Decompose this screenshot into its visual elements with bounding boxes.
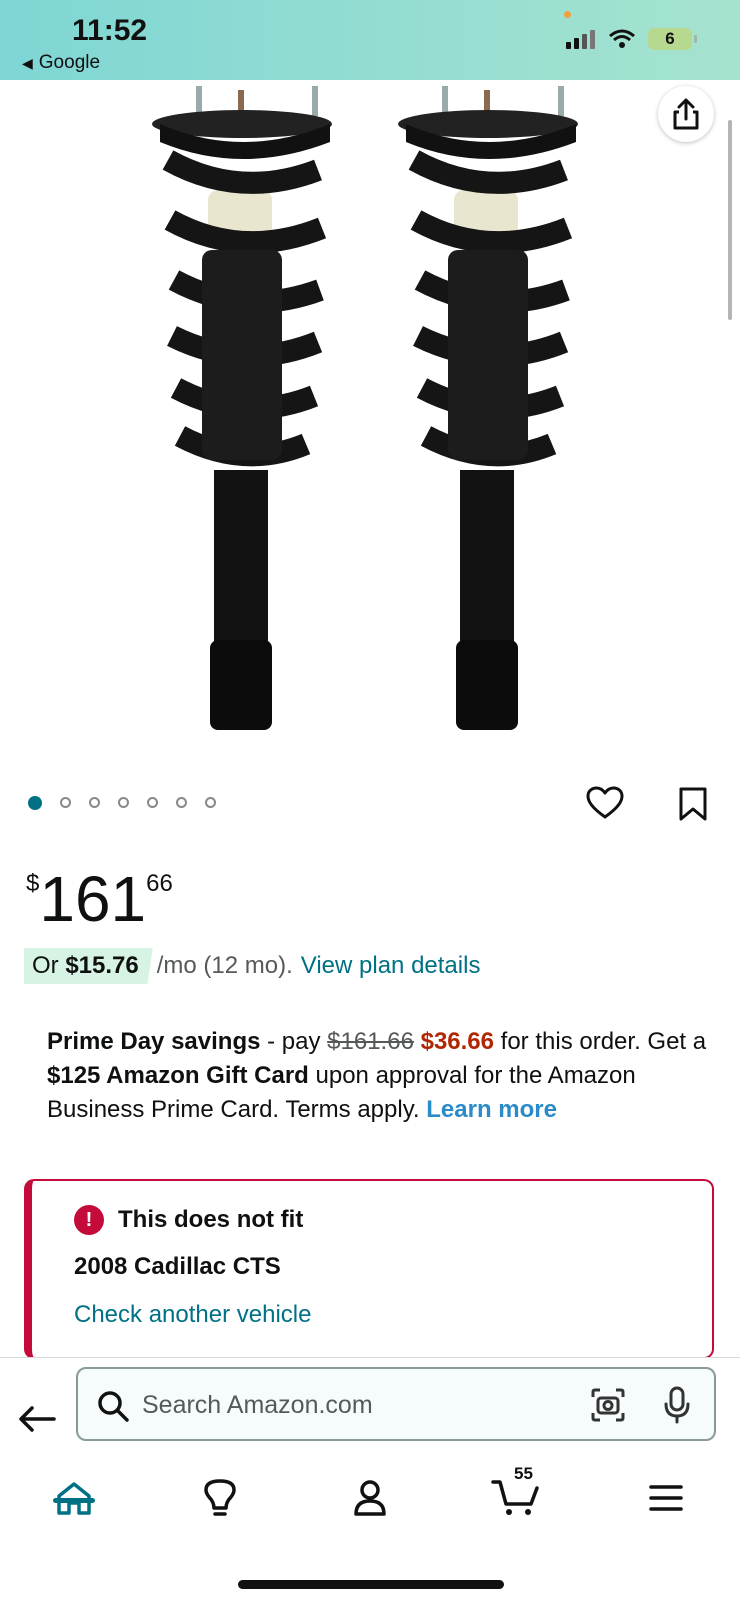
product-price: $16166 bbox=[26, 862, 173, 936]
monthly-amount: $15.76 bbox=[65, 952, 139, 979]
share-button[interactable] bbox=[658, 86, 714, 142]
heart-icon bbox=[586, 786, 624, 819]
monthly-payment: Or $15.76 /mo (12 mo). View plan details bbox=[24, 948, 480, 984]
pagination-dot[interactable] bbox=[147, 797, 158, 808]
promo-old-price: $161.66 bbox=[327, 1028, 414, 1055]
share-icon bbox=[673, 98, 699, 130]
status-bar: 11:52 ◀ Google 6 bbox=[0, 0, 740, 80]
search-input[interactable]: Search Amazon.com bbox=[142, 1391, 373, 1420]
price-whole: 161 bbox=[39, 863, 147, 935]
back-to-app-button[interactable]: ◀ Google bbox=[22, 52, 100, 74]
lightbulb-icon bbox=[204, 1479, 236, 1516]
vehicle-fit-alert: ! This does not fit 2008 Cadillac CTS Ch… bbox=[24, 1179, 714, 1359]
cart-count-badge: 55 bbox=[514, 1464, 533, 1483]
fit-title-text: This does not fit bbox=[118, 1206, 304, 1233]
back-app-label: Google bbox=[38, 52, 101, 73]
pagination-dot[interactable] bbox=[205, 797, 216, 808]
account-icon bbox=[354, 1480, 386, 1516]
fit-vehicle: 2008 Cadillac CTS bbox=[74, 1253, 281, 1280]
nav-inspire[interactable] bbox=[190, 1468, 250, 1528]
fit-title: ! This does not fit bbox=[74, 1205, 303, 1235]
image-pagination-dots bbox=[28, 796, 216, 810]
prime-day-promo: Prime Day savings - pay $161.66 $36.66 f… bbox=[47, 1025, 707, 1127]
menu-icon bbox=[649, 1485, 683, 1511]
microphone-icon[interactable] bbox=[662, 1385, 692, 1425]
active-tab-indicator bbox=[53, 1498, 95, 1503]
view-plan-details-link[interactable]: View plan details bbox=[301, 952, 481, 980]
wishlist-button[interactable] bbox=[586, 786, 624, 825]
pagination-dot[interactable] bbox=[89, 797, 100, 808]
bottom-navigation bbox=[0, 1468, 740, 1548]
promo-after-price: for this order. Get a bbox=[494, 1028, 707, 1055]
promo-gift-card: $125 Amazon Gift Card bbox=[47, 1062, 309, 1089]
wifi-icon bbox=[609, 29, 635, 48]
search-bar[interactable]: Search Amazon.com bbox=[76, 1367, 716, 1441]
product-image-gallery[interactable] bbox=[0, 80, 740, 760]
pagination-dot[interactable] bbox=[28, 796, 42, 810]
monthly-prefix: Or bbox=[32, 952, 66, 979]
bookmark-icon bbox=[679, 787, 707, 821]
check-another-vehicle-link[interactable]: Check another vehicle bbox=[74, 1301, 311, 1329]
pagination-dot[interactable] bbox=[176, 797, 187, 808]
promo-new-price: $36.66 bbox=[420, 1028, 494, 1055]
product-image bbox=[152, 80, 740, 760]
price-currency: $ bbox=[26, 870, 40, 897]
back-button[interactable] bbox=[18, 1405, 56, 1438]
cart-icon bbox=[491, 1480, 539, 1515]
cellular-signal-icon bbox=[566, 30, 595, 49]
promo-title: Prime Day savings bbox=[47, 1028, 261, 1055]
monthly-term: /mo (12 mo). bbox=[156, 952, 293, 979]
pagination-dot[interactable] bbox=[118, 797, 129, 808]
price-fraction: 66 bbox=[146, 870, 173, 897]
camera-search-icon[interactable] bbox=[590, 1387, 626, 1423]
search-icon bbox=[98, 1391, 129, 1422]
bottom-toolbar: Search Amazon.com 55 bbox=[0, 1357, 740, 1601]
nav-account[interactable] bbox=[340, 1468, 400, 1528]
scrollbar[interactable] bbox=[728, 120, 732, 320]
back-triangle-icon: ◀ bbox=[22, 55, 33, 71]
status-time: 11:52 bbox=[72, 14, 148, 47]
status-icons: 6 bbox=[566, 28, 697, 50]
monthly-pill: Or $15.76 bbox=[24, 948, 153, 984]
back-arrow-icon bbox=[19, 1406, 56, 1432]
learn-more-link[interactable]: Learn more bbox=[426, 1096, 557, 1123]
home-indicator[interactable] bbox=[238, 1580, 504, 1589]
pagination-dot[interactable] bbox=[60, 797, 71, 808]
battery-icon: 6 bbox=[648, 28, 697, 50]
alert-icon: ! bbox=[74, 1205, 104, 1235]
privacy-indicator-dot bbox=[564, 11, 571, 18]
promo-sep: - pay bbox=[260, 1028, 328, 1055]
save-button[interactable] bbox=[678, 786, 708, 827]
nav-menu[interactable] bbox=[636, 1468, 696, 1528]
